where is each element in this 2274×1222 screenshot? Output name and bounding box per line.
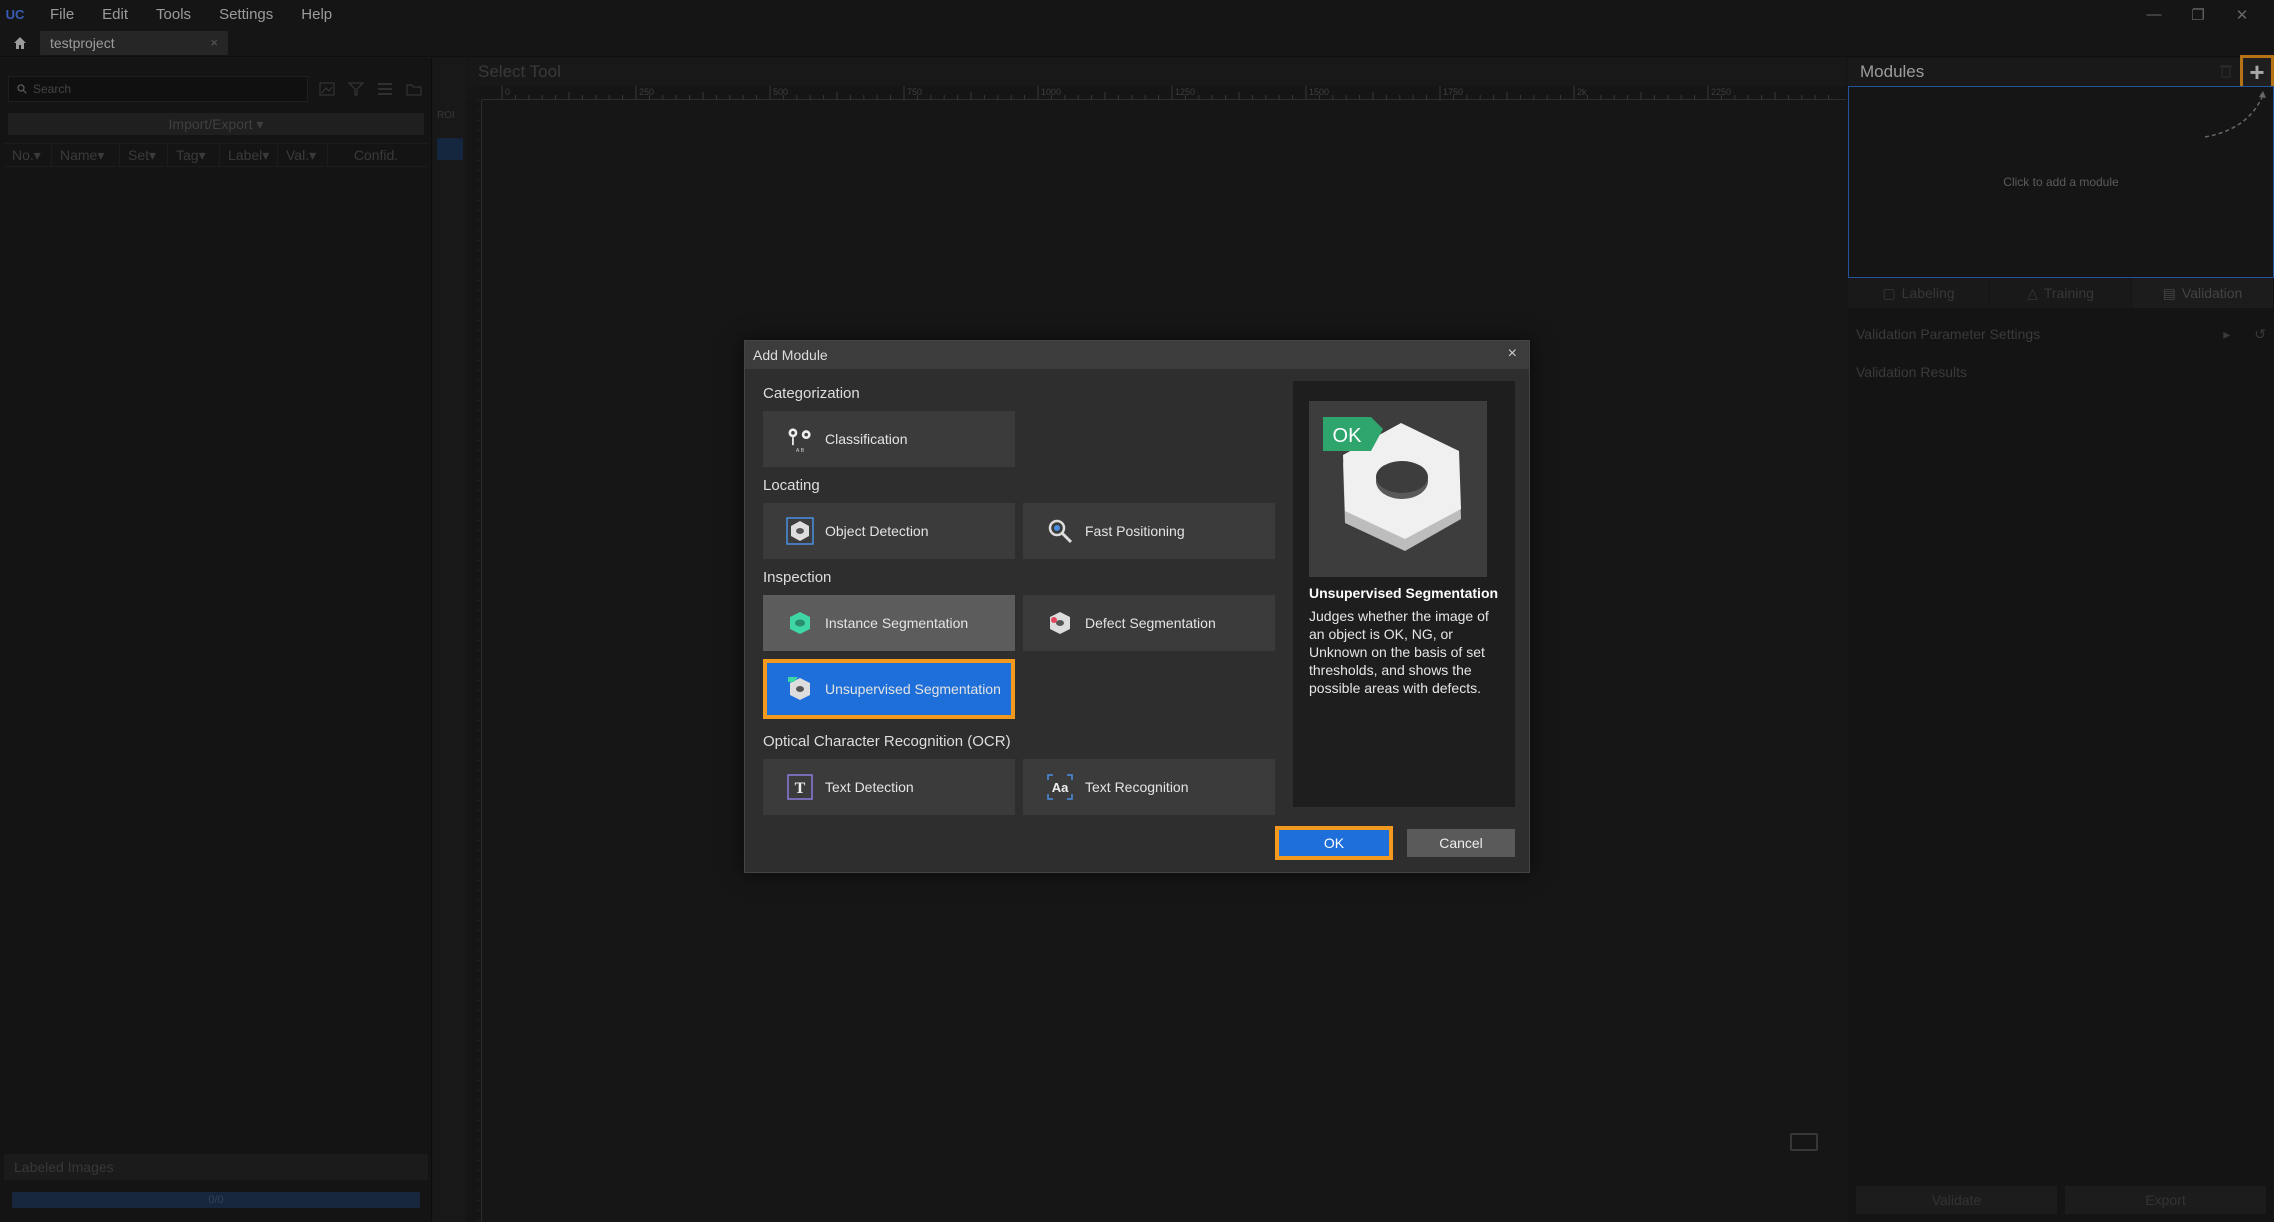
classification-icon: A B	[785, 424, 815, 454]
unsupervised-segmentation-button[interactable]: Unsupervised Segmentation	[763, 659, 1015, 719]
defect-segmentation-label: Defect Segmentation	[1085, 615, 1216, 631]
ok-button[interactable]: OK	[1275, 826, 1393, 860]
fast-positioning-label: Fast Positioning	[1085, 523, 1185, 539]
dialog-title: Add Module	[753, 347, 828, 363]
object-detection-icon	[785, 516, 815, 546]
add-module-dialog: Add Module × Categorization A B Classifi…	[744, 340, 1530, 873]
section-ocr: Optical Character Recognition (OCR)	[763, 733, 1011, 750]
instance-segmentation-button[interactable]: Instance Segmentation	[763, 595, 1015, 651]
object-detection-button[interactable]: Object Detection	[763, 503, 1015, 559]
section-categorization: Categorization	[763, 385, 860, 402]
svg-text:T: T	[795, 780, 806, 797]
text-recognition-icon: Aa	[1045, 772, 1075, 802]
preview-image: OK	[1309, 401, 1487, 577]
cancel-button[interactable]: Cancel	[1407, 829, 1515, 857]
text-detection-icon: T	[785, 772, 815, 802]
defect-segmentation-icon	[1045, 608, 1075, 638]
defect-segmentation-button[interactable]: Defect Segmentation	[1023, 595, 1275, 651]
fast-positioning-icon	[1045, 516, 1075, 546]
section-inspection: Inspection	[763, 569, 832, 586]
text-recognition-button[interactable]: Aa Text Recognition	[1023, 759, 1275, 815]
classification-label: Classification	[825, 431, 908, 447]
svg-text:Aa: Aa	[1052, 780, 1069, 795]
text-recognition-label: Text Recognition	[1085, 779, 1189, 795]
module-preview: OK Unsupervised Segmentation Judges whet…	[1293, 381, 1515, 807]
dialog-header: Add Module ×	[745, 341, 1529, 369]
instance-segmentation-label: Instance Segmentation	[825, 615, 969, 631]
ok-badge-text: OK	[1333, 425, 1363, 447]
svg-text:A B: A B	[796, 448, 805, 454]
text-detection-button[interactable]: T Text Detection	[763, 759, 1015, 815]
unsupervised-segmentation-icon	[785, 674, 815, 704]
preview-title: Unsupervised Segmentation	[1309, 585, 1499, 601]
classification-button[interactable]: A B Classification	[763, 411, 1015, 467]
text-detection-label: Text Detection	[825, 779, 914, 795]
instance-segmentation-icon	[785, 608, 815, 638]
dialog-close-icon[interactable]: ×	[1508, 345, 1517, 363]
section-locating: Locating	[763, 477, 820, 494]
unsupervised-segmentation-label: Unsupervised Segmentation	[825, 681, 1001, 697]
fast-positioning-button[interactable]: Fast Positioning	[1023, 503, 1275, 559]
preview-description: Judges whether the image of an object is…	[1309, 608, 1489, 696]
object-detection-label: Object Detection	[825, 523, 929, 539]
